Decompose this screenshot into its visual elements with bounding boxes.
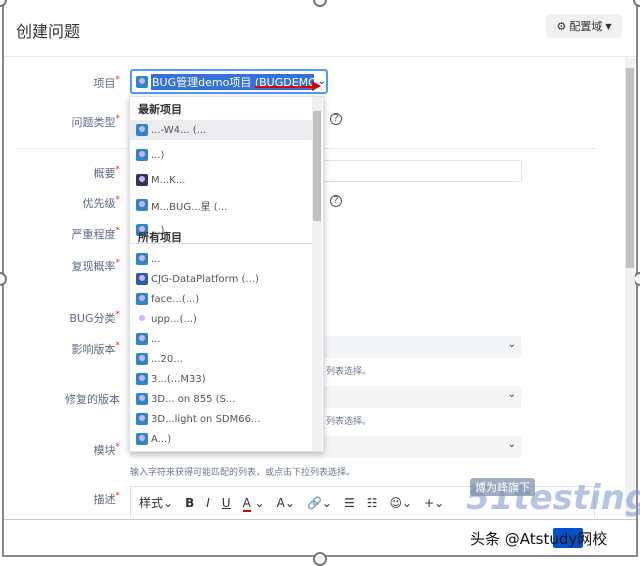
priority-label: 优先级* — [82, 195, 121, 210]
chevron-down-icon: ⌄ — [507, 389, 516, 400]
text-color-button[interactable]: A ⌄ — [242, 495, 265, 512]
project-dropdown: 最新项目 ...-W4... (... ...) M...K... M...BU… — [129, 96, 324, 452]
list-item[interactable]: 3D...light on SDM66... — [136, 409, 312, 429]
config-label: 配置域 — [569, 20, 603, 33]
italic-button[interactable]: I — [206, 496, 210, 510]
emoji-button[interactable]: ☺⌄ — [390, 496, 413, 510]
list-item[interactable]: CJG-DataPlatform (...) — [136, 269, 312, 289]
list-item[interactable]: ...) — [136, 145, 312, 165]
help-icon[interactable]: ? — [330, 113, 342, 125]
description-label: 描述* — [93, 491, 121, 506]
summary-label: 概要* — [93, 165, 121, 180]
chevron-down-icon: ⌄ — [507, 439, 516, 450]
watermark-tag: 博为峰旗下 — [470, 478, 535, 496]
list-item[interactable]: 3D... on 855 (S... — [136, 389, 312, 409]
help-text: 列表选择。 — [326, 417, 372, 427]
dropdown-scrollbar[interactable] — [312, 97, 322, 451]
fix-version-label: 修复的版本 — [65, 393, 120, 406]
footer-divider — [4, 519, 636, 520]
reproducibility-label: 复现概率* — [71, 258, 121, 273]
list-item[interactable]: ... — [136, 249, 312, 269]
header-divider — [4, 56, 636, 57]
style-dropdown[interactable]: 样式⌄ — [139, 494, 173, 511]
numbered-list-button[interactable]: ☷ — [367, 496, 378, 510]
issue-type-label: 问题类型* — [71, 114, 121, 129]
bold-button[interactable]: B — [185, 496, 194, 510]
text-format-button[interactable]: A⌄ — [277, 496, 295, 510]
list-item[interactable]: M...BUG...星 (... — [136, 195, 312, 215]
list-item[interactable]: face...(...) — [136, 289, 312, 309]
group-header-recent: 最新项目 — [138, 103, 182, 116]
list-item[interactable]: A...) — [136, 429, 312, 449]
chevron-down-icon: ⌄ — [507, 339, 516, 350]
list-item[interactable]: 3...(...M33) — [136, 369, 312, 389]
underline-button[interactable]: U — [222, 496, 231, 510]
affects-version-label: 影响版本* — [71, 341, 121, 356]
arrow-head-icon — [312, 81, 321, 91]
main-scrollbar[interactable] — [625, 58, 635, 518]
list-item[interactable]: upp...(...) — [136, 309, 312, 329]
watermark-source: 头条 @Atstudy网校 — [470, 530, 608, 548]
bullet-list-button[interactable]: ☰ — [344, 496, 355, 510]
link-button[interactable]: 🔗⌄ — [307, 496, 332, 510]
list-item[interactable]: ...-W4... (... — [130, 120, 312, 140]
insert-button[interactable]: +⌄ — [424, 496, 444, 510]
project-label: 项目* — [93, 75, 121, 90]
module-label: 模块* — [93, 442, 121, 457]
bug-category-label: BUG分类* — [69, 310, 120, 325]
gear-icon: ⚙ — [556, 19, 567, 33]
list-item[interactable]: ... — [136, 329, 312, 349]
project-icon — [136, 75, 148, 88]
help-text: 列表选择。 — [326, 367, 372, 377]
dialog-title: 创建问题 — [16, 22, 81, 41]
help-text: 输入字符来获得可能匹配的列表，或点击下拉列表选择。 — [130, 468, 356, 478]
help-icon[interactable]: ? — [330, 195, 342, 207]
configure-fields-button[interactable]: ⚙ 配置域 ▼ — [546, 14, 622, 38]
annotation-arrow — [255, 86, 315, 88]
emoji-icon: ☺ — [389, 495, 403, 510]
link-icon: 🔗 — [306, 495, 322, 510]
severity-label: 严重程度* — [71, 226, 121, 241]
resize-handle[interactable] — [313, 552, 327, 566]
group-header-all: 所有项目 — [138, 231, 182, 244]
project-select[interactable]: BUG管理demo项目 (BUGDEMO) ⌄ — [130, 69, 328, 94]
caret-down-icon: ▼ — [605, 21, 612, 31]
list-item[interactable]: M...K... — [136, 170, 312, 190]
list-item[interactable]: ...20... — [136, 349, 312, 369]
